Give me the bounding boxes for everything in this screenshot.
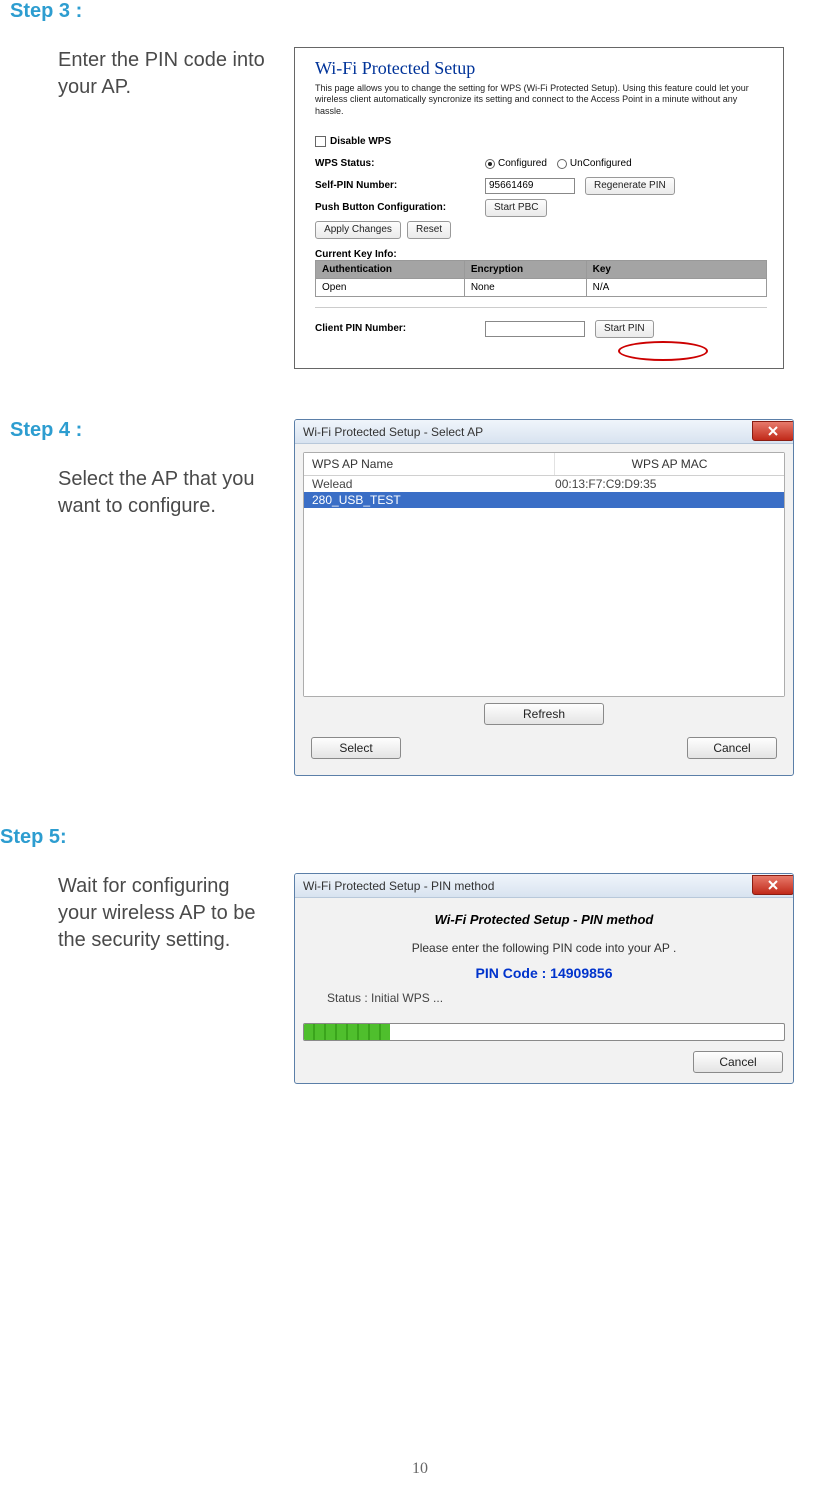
self-pin-label: Self-PIN Number:	[315, 180, 485, 191]
start-pbc-button[interactable]: Start PBC	[485, 199, 547, 217]
th-enc: Encryption	[464, 260, 586, 278]
list-item[interactable]: 280_USB_TEST	[304, 492, 784, 508]
regenerate-pin-button[interactable]: Regenerate PIN	[585, 177, 675, 195]
client-pin-input[interactable]	[485, 321, 585, 337]
col-ap-name[interactable]: WPS AP Name	[304, 453, 555, 475]
list-item[interactable]: Welead 00:13:F7:C9:D9:35	[304, 476, 784, 492]
step4-heading: Step 4 :	[10, 419, 270, 442]
client-pin-label: Client PIN Number:	[315, 323, 485, 334]
key-info-table: Authentication Encryption Key Open None …	[315, 260, 767, 297]
step3-heading: Step 3 :	[10, 0, 820, 23]
wps-page-description: This page allows you to change the setti…	[315, 83, 767, 117]
ap-list[interactable]: Welead 00:13:F7:C9:D9:35 280_USB_TEST	[304, 476, 784, 696]
configured-radio[interactable]	[485, 159, 495, 169]
th-key: Key	[586, 260, 766, 278]
close-icon[interactable]	[752, 875, 794, 895]
select-button[interactable]: Select	[311, 737, 401, 759]
step4-body: Select the AP that you want to configure…	[58, 466, 270, 520]
highlight-ellipse	[618, 341, 708, 361]
wps-page-title: Wi-Fi Protected Setup	[315, 58, 767, 79]
select-ap-title: Wi-Fi Protected Setup - Select AP	[303, 425, 483, 439]
unconfigured-label: UnConfigured	[570, 158, 632, 169]
reset-button[interactable]: Reset	[407, 221, 451, 239]
step5-heading: Step 5:	[0, 826, 820, 849]
ap-name-cell: 280_USB_TEST	[312, 493, 555, 507]
wps-status-label: WPS Status:	[315, 158, 485, 169]
ap-mac-cell	[555, 493, 776, 507]
th-auth: Authentication	[316, 260, 465, 278]
pin-code-label: PIN Code : 14909856	[313, 965, 775, 981]
td-enc: None	[464, 278, 586, 296]
unconfigured-radio[interactable]	[557, 159, 567, 169]
self-pin-input[interactable]	[485, 178, 575, 194]
ap-mac-cell: 00:13:F7:C9:D9:35	[555, 477, 776, 491]
pin-dialog-heading: Wi-Fi Protected Setup - PIN method	[313, 912, 775, 927]
col-ap-mac[interactable]: WPS AP MAC	[555, 453, 784, 475]
status-text: Status : Initial WPS ...	[313, 991, 775, 1005]
configured-label: Configured	[498, 158, 547, 169]
cancel-button[interactable]: Cancel	[687, 737, 777, 759]
pin-method-title: Wi-Fi Protected Setup - PIN method	[303, 879, 494, 893]
apply-changes-button[interactable]: Apply Changes	[315, 221, 401, 239]
disable-wps-label: Disable WPS	[330, 136, 391, 147]
key-info-label: Current Key Info:	[315, 249, 767, 260]
progress-bar	[303, 1023, 785, 1041]
pin-method-dialog: Wi-Fi Protected Setup - PIN method Wi-Fi…	[294, 873, 794, 1084]
select-ap-dialog: Wi-Fi Protected Setup - Select AP WPS AP…	[294, 419, 794, 776]
disable-wps-checkbox[interactable]	[315, 136, 326, 147]
start-pin-button[interactable]: Start PIN	[595, 320, 654, 338]
refresh-button[interactable]: Refresh	[484, 703, 604, 725]
td-auth: Open	[316, 278, 465, 296]
pbc-label: Push Button Configuration:	[315, 202, 485, 213]
close-icon[interactable]	[752, 421, 794, 441]
pin-dialog-message: Please enter the following PIN code into…	[313, 941, 775, 955]
td-key: N/A	[586, 278, 766, 296]
step5-body: Wait for configuring your wireless AP to…	[58, 873, 270, 954]
ap-name-cell: Welead	[312, 477, 555, 491]
progress-fill	[304, 1024, 390, 1040]
step3-body: Enter the PIN code into your AP.	[58, 47, 270, 101]
cancel-button[interactable]: Cancel	[693, 1051, 783, 1073]
step3-screenshot: Wi-Fi Protected Setup This page allows y…	[294, 47, 784, 369]
page-number: 10	[0, 1460, 840, 1478]
